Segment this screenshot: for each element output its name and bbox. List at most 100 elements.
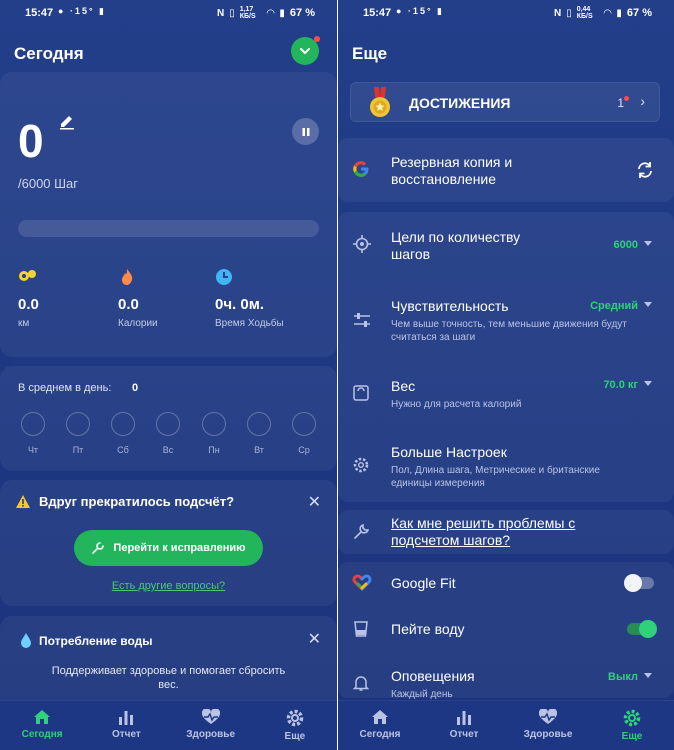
sync-status-button[interactable] xyxy=(291,36,320,65)
nfc-icon: N xyxy=(216,7,225,19)
notification-icons: ● ·15° ▮ xyxy=(58,6,106,16)
medal-icon xyxy=(370,87,390,117)
status-time: 15:47 xyxy=(25,7,54,19)
heart-pulse-icon xyxy=(201,709,220,724)
chevron-right-icon: › xyxy=(640,93,645,109)
day-item: Вс xyxy=(155,412,181,455)
google-fit-icon xyxy=(352,574,372,591)
bell-icon xyxy=(352,676,370,691)
notification-dot xyxy=(624,96,629,101)
chevron-down-icon xyxy=(300,48,310,55)
today-screen: 15:47 ● ·15° ▮ N ▯ 1,17 КБ/S ◠ ▮ 67 % Се… xyxy=(0,0,337,750)
more-settings-title: Больше Настроек xyxy=(391,444,507,460)
google-fit-toggle[interactable] xyxy=(624,574,654,592)
drink-water-row[interactable]: Пейте воду xyxy=(338,608,674,650)
other-questions-link[interactable]: Есть другие вопросы? xyxy=(0,580,337,592)
nav-today[interactable]: Сегодня xyxy=(0,701,84,750)
net-speed: 1,17 КБ/S xyxy=(239,6,256,20)
achievements-count: 1 xyxy=(617,96,624,110)
achievements-row[interactable]: ДОСТИЖЕНИЯ 1 › xyxy=(350,82,660,122)
nav-more-label: Еще xyxy=(284,731,306,742)
day-item: Сб xyxy=(110,412,136,455)
battery-icon: ▮ xyxy=(616,7,622,19)
google-fit-title: Google Fit xyxy=(391,575,456,591)
nav-report-label: Отчет xyxy=(111,729,141,740)
page-title: Еще xyxy=(352,44,388,63)
help-link[interactable]: Как мне решить проблемы с подсчетом шаго… xyxy=(391,515,621,549)
step-goal-row[interactable]: Цели по количеству шагов 6000 xyxy=(338,212,674,280)
target-icon xyxy=(353,235,371,253)
status-time: 15:47 xyxy=(363,7,392,19)
walk-time-label: Время Ходьбы xyxy=(215,318,284,329)
sliders-icon xyxy=(354,313,370,327)
gear-icon xyxy=(623,709,641,727)
more-settings-row[interactable]: Больше Настроек Пол, Длина шага, Метриче… xyxy=(338,436,674,496)
status-bar: 15:47 ● ·15° ▮ N ▯ 0,44 КБ/S ◠ ▮ 67 % xyxy=(338,0,674,28)
notifications-row[interactable]: Оповещения Выкл Каждый день xyxy=(338,656,674,700)
home-icon xyxy=(372,710,388,724)
distance-label: км xyxy=(18,318,30,329)
average-value: 0 xyxy=(132,382,139,394)
vibrate-icon: ▯ xyxy=(566,7,572,19)
nav-health-label: Здоровье xyxy=(186,729,236,740)
nav-health[interactable]: Здоровье xyxy=(169,701,253,750)
clock-icon xyxy=(216,269,232,285)
gear-icon xyxy=(286,709,304,727)
wrench-icon xyxy=(92,542,105,554)
backup-row[interactable]: Резервная копия и восстановление xyxy=(338,138,674,202)
nav-report[interactable]: Отчет xyxy=(84,701,168,750)
wrench-icon xyxy=(354,523,370,539)
nav-today[interactable]: Сегодня xyxy=(338,701,422,750)
day-item: Ср xyxy=(291,412,317,455)
day-item: Пт xyxy=(65,412,91,455)
google-icon xyxy=(353,161,369,177)
steps-card: 0 /6000 Шаг 0.0 км 0.0 Калории 0ч. 0м. В… xyxy=(0,72,337,357)
notifications-value[interactable]: Выкл xyxy=(608,671,652,683)
nav-more[interactable]: Еще xyxy=(590,701,674,750)
sensitivity-value[interactable]: Средний xyxy=(590,300,652,312)
more-screen: 15:47 ● ·15° ▮ N ▯ 0,44 КБ/S ◠ ▮ 67 % Ещ… xyxy=(338,0,674,750)
nav-today-label: Сегодня xyxy=(21,729,63,740)
sensitivity-title: Чувствительность xyxy=(391,298,509,314)
heart-pulse-icon xyxy=(538,709,558,724)
nav-more-label: Еще xyxy=(621,731,643,742)
average-label: В среднем в день: xyxy=(18,382,112,394)
home-icon xyxy=(34,710,51,724)
nfc-icon: N xyxy=(553,7,562,19)
calories-label: Калории xyxy=(118,318,158,329)
vibrate-icon: ▯ xyxy=(229,7,235,19)
google-fit-row[interactable]: Google Fit xyxy=(338,562,674,604)
step-goal: /6000 Шаг xyxy=(18,176,79,191)
nav-report[interactable]: Отчет xyxy=(422,701,506,750)
close-icon[interactable]: ✕ xyxy=(308,492,321,512)
nav-more[interactable]: Еще xyxy=(253,701,337,750)
weight-row[interactable]: Вес 70.0 кг Нужно для расчета калорий xyxy=(338,368,674,422)
battery-percent: 67 % xyxy=(626,7,652,19)
bar-chart-icon xyxy=(119,711,134,725)
edit-icon[interactable] xyxy=(58,112,76,130)
page-title: Сегодня xyxy=(14,44,84,63)
go-to-fix-button[interactable]: Перейти к исправлению xyxy=(74,530,263,566)
notification-dot xyxy=(314,36,320,42)
weight-value[interactable]: 70.0 кг xyxy=(603,379,652,391)
achievements-title: ДОСТИЖЕНИЯ xyxy=(409,95,511,111)
close-icon[interactable]: ✕ xyxy=(308,629,321,649)
nav-report-label: Отчет xyxy=(449,729,479,740)
water-title: Потребление воды xyxy=(39,634,153,648)
settings-group: Цели по количеству шагов 6000 Чувствител… xyxy=(338,212,674,502)
weight-subtitle: Нужно для расчета калорий xyxy=(391,399,522,410)
counting-stopped-card: Вдруг прекратилось подсчёт? ✕ Перейти к … xyxy=(0,480,337,606)
sensitivity-row[interactable]: Чувствительность Средний Чем выше точнос… xyxy=(338,290,674,354)
backup-title: Резервная копия и восстановление xyxy=(391,154,513,187)
drink-water-toggle[interactable] xyxy=(627,620,657,638)
help-row[interactable]: Как мне решить проблемы с подсчетом шаго… xyxy=(338,510,674,554)
nav-health[interactable]: Здоровье xyxy=(506,701,590,750)
pause-button[interactable] xyxy=(292,118,319,145)
bottom-nav: Сегодня Отчет Здоровье Еще xyxy=(338,700,674,750)
day-item: Вт xyxy=(246,412,272,455)
step-goal-value[interactable]: 6000 xyxy=(614,239,652,251)
net-speed: 0,44 КБ/S xyxy=(576,6,593,20)
battery-icon: ▮ xyxy=(279,7,285,19)
go-to-fix-label: Перейти к исправлению xyxy=(113,542,246,554)
daily-average-card: В среднем в день: 0 Чт Пт Сб Вс Пн Вт Ср xyxy=(0,366,337,471)
